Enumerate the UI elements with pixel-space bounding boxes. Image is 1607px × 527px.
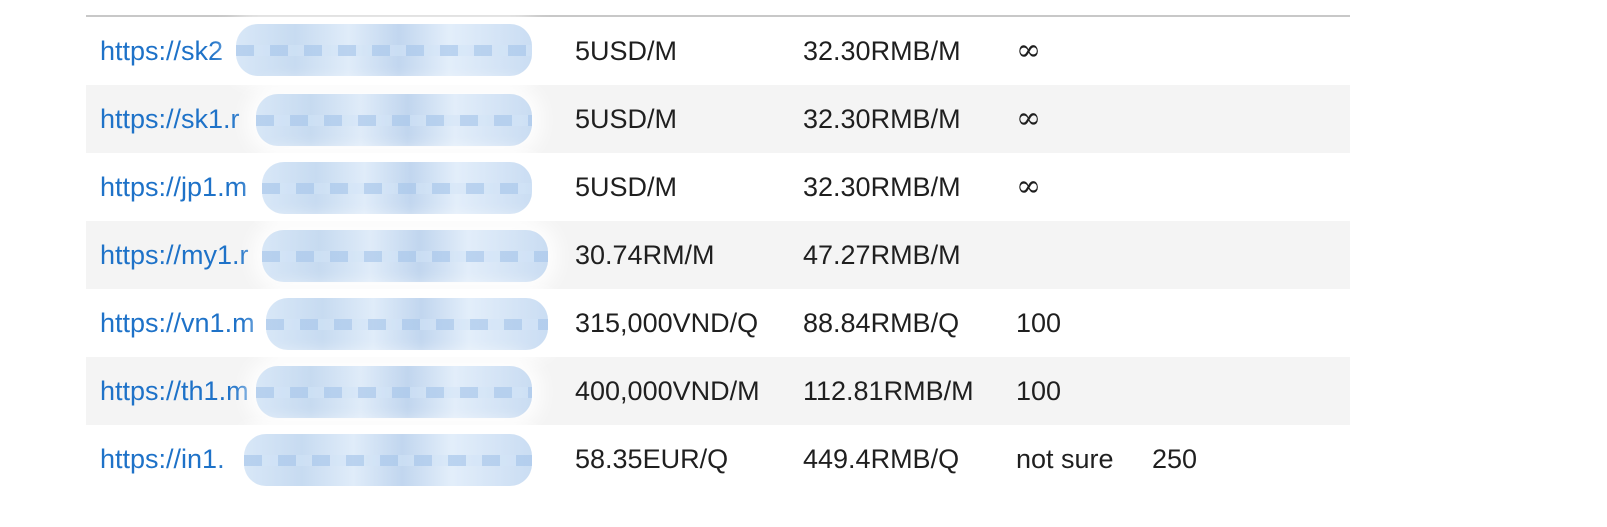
redaction-blur [262,230,548,282]
price-cell: 58.35EUR/Q [575,444,729,474]
redaction-blur [244,434,532,486]
rmb-price-cell: 32.30RMB/M [803,104,961,134]
price-cell: 30.74RM/M [575,240,715,270]
redaction-blur [266,298,548,350]
server-url-link[interactable]: https://my1.r [100,240,249,270]
rmb-price-cell: 449.4RMB/Q [803,444,960,474]
extra-cell: 250 [1152,444,1198,474]
price-cell: 5USD/M [575,104,678,134]
price-cell: 5USD/M [575,172,678,202]
price-cell: 5USD/M [575,36,678,66]
redaction-blur [256,94,532,146]
server-url-link[interactable]: https://jp1.m [100,172,247,202]
rmb-price-cell: 47.27RMB/M [803,240,961,270]
redaction-blur [256,366,532,418]
rmb-price-cell: 32.30RMB/M [803,172,961,202]
rmb-price-cell: 32.30RMB/M [803,36,961,66]
limit-cell: ∞ [1016,33,1041,68]
server-url-link[interactable]: https://sk2 [100,36,223,66]
limit-cell: not sure [1016,444,1114,474]
price-cell: 315,000VND/Q [575,308,759,338]
limit-cell: 100 [1016,308,1062,338]
server-url-link[interactable]: https://vn1.m [100,308,255,338]
server-url-link[interactable]: https://in1. [100,444,225,474]
rmb-price-cell: 112.81RMB/M [803,376,974,406]
limit-cell: ∞ [1016,101,1041,136]
price-cell: 400,000VND/M [575,376,760,406]
server-url-link[interactable]: https://sk1.r [100,104,240,134]
redaction-blur [236,24,532,76]
server-url-link[interactable]: https://th1.m [100,376,249,406]
limit-cell: ∞ [1016,169,1041,204]
limit-cell: 100 [1016,376,1062,406]
rmb-price-cell: 88.84RMB/Q [803,308,960,338]
redaction-blur [262,162,532,214]
